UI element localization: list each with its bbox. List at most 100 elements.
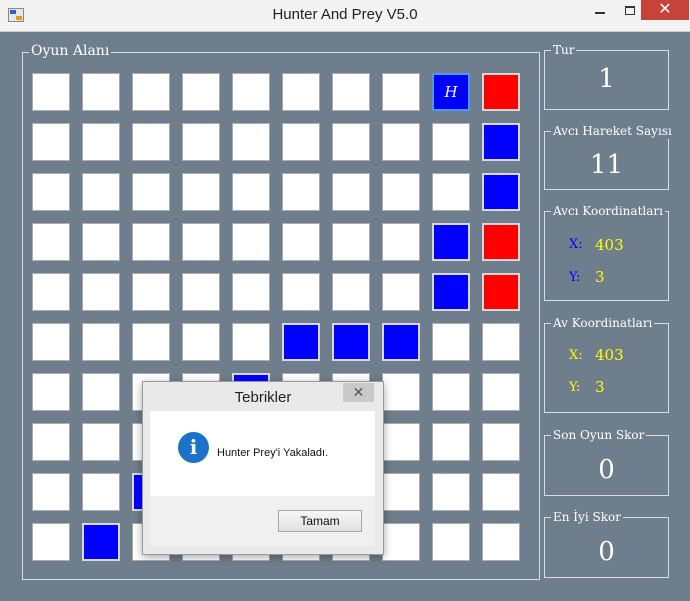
board-cell[interactable] (232, 123, 270, 161)
tur-label: Tur (551, 42, 577, 58)
board-cell[interactable] (232, 323, 270, 361)
board-cell[interactable] (232, 273, 270, 311)
board-cell[interactable] (482, 323, 520, 361)
board-cell[interactable] (432, 323, 470, 361)
board-cell[interactable] (482, 423, 520, 461)
board-cell[interactable] (32, 73, 70, 111)
board-cell[interactable] (432, 473, 470, 511)
board-cell[interactable] (232, 223, 270, 261)
info-icon: i (178, 432, 209, 463)
av-x-value: 403 (595, 346, 624, 364)
board-cell[interactable] (282, 123, 320, 161)
board-cell[interactable] (382, 73, 420, 111)
board-cell[interactable] (132, 323, 170, 361)
board-cell[interactable] (432, 523, 470, 561)
board-cell[interactable] (482, 173, 520, 211)
board-cell[interactable] (82, 273, 120, 311)
board-cell[interactable] (282, 73, 320, 111)
board-cell[interactable] (232, 73, 270, 111)
board-cell[interactable] (82, 173, 120, 211)
board-cell[interactable] (82, 223, 120, 261)
board-cell[interactable] (182, 273, 220, 311)
board-cell[interactable] (382, 123, 420, 161)
board-cell[interactable] (482, 223, 520, 261)
en-iyi-skor-value: 0 (598, 537, 615, 567)
board-cell[interactable] (432, 173, 470, 211)
board-cell[interactable] (432, 123, 470, 161)
board-cell[interactable] (32, 373, 70, 411)
dialog-body: i Hunter Prey'i Yakaladı. (150, 411, 375, 496)
board-cell[interactable] (132, 273, 170, 311)
board-cell[interactable] (82, 523, 120, 561)
avci-hareket-value: 11 (589, 150, 624, 180)
board-cell[interactable] (482, 473, 520, 511)
board-cell[interactable] (82, 423, 120, 461)
board-cell[interactable] (332, 323, 370, 361)
board-cell[interactable] (282, 323, 320, 361)
title-bar: Hunter And Prey V5.0 ✕ (0, 0, 690, 32)
board-cell[interactable] (32, 323, 70, 361)
board-cell[interactable] (432, 373, 470, 411)
son-oyun-skor-panel: Son Oyun Skor 0 (544, 427, 669, 496)
en-iyi-skor-label: En İyi Skor (551, 509, 623, 525)
board-cell[interactable] (382, 323, 420, 361)
board-cell[interactable] (282, 173, 320, 211)
dialog-message: Hunter Prey'i Yakaladı. (217, 447, 329, 459)
board-cell[interactable] (32, 423, 70, 461)
minimize-button[interactable] (585, 0, 615, 22)
board-cell[interactable] (482, 273, 520, 311)
board-cell[interactable] (382, 423, 420, 461)
board-cell[interactable] (382, 273, 420, 311)
board-cell[interactable] (432, 273, 470, 311)
board-cell[interactable] (332, 223, 370, 261)
board-cell[interactable] (32, 223, 70, 261)
board-cell[interactable] (132, 123, 170, 161)
board-cell[interactable] (32, 173, 70, 211)
close-button[interactable]: ✕ (641, 0, 689, 20)
av-y-value: 3 (595, 378, 605, 396)
board-cell[interactable] (482, 123, 520, 161)
board-cell[interactable] (482, 373, 520, 411)
dialog-close-button[interactable]: ✕ (343, 383, 374, 402)
board-cell[interactable] (132, 73, 170, 111)
board-cell[interactable] (382, 523, 420, 561)
board-cell[interactable] (132, 223, 170, 261)
board-cell[interactable] (432, 423, 470, 461)
board-cell[interactable] (82, 123, 120, 161)
board-cell[interactable] (432, 223, 470, 261)
board-cell[interactable] (32, 273, 70, 311)
board-cell[interactable] (282, 223, 320, 261)
avci-koordinat-panel: Avcı Koordinatları X: 403 Y: 3 (544, 203, 669, 301)
board-cell[interactable] (182, 223, 220, 261)
tamam-button[interactable]: Tamam (278, 510, 362, 532)
tebrikler-dialog: Tebrikler ✕ i Hunter Prey'i Yakaladı. Ta… (142, 381, 384, 555)
board-cell[interactable] (132, 173, 170, 211)
avci-x-value: 403 (595, 236, 624, 254)
board-cell[interactable] (332, 173, 370, 211)
board-cell[interactable] (82, 473, 120, 511)
board-cell[interactable] (182, 323, 220, 361)
board-cell[interactable] (182, 173, 220, 211)
board-cell[interactable] (182, 123, 220, 161)
board-cell[interactable] (332, 273, 370, 311)
board-cell[interactable] (32, 473, 70, 511)
board-cell[interactable] (482, 73, 520, 111)
board-cell[interactable] (82, 323, 120, 361)
board-cell[interactable] (82, 73, 120, 111)
avci-x-label: X: (569, 237, 583, 252)
board-cell[interactable] (182, 73, 220, 111)
board-cell[interactable] (232, 173, 270, 211)
board-cell[interactable] (32, 523, 70, 561)
board-cell[interactable] (332, 123, 370, 161)
board-cell[interactable] (382, 473, 420, 511)
board-cell[interactable] (32, 123, 70, 161)
avci-hareket-panel: Avcı Hareket Sayısı 11 (544, 123, 674, 190)
board-cell[interactable] (382, 223, 420, 261)
hunter-cell[interactable]: H (432, 73, 470, 111)
board-cell[interactable] (382, 373, 420, 411)
board-cell[interactable] (482, 523, 520, 561)
board-cell[interactable] (282, 273, 320, 311)
board-cell[interactable] (82, 373, 120, 411)
board-cell[interactable] (332, 73, 370, 111)
board-cell[interactable] (382, 173, 420, 211)
